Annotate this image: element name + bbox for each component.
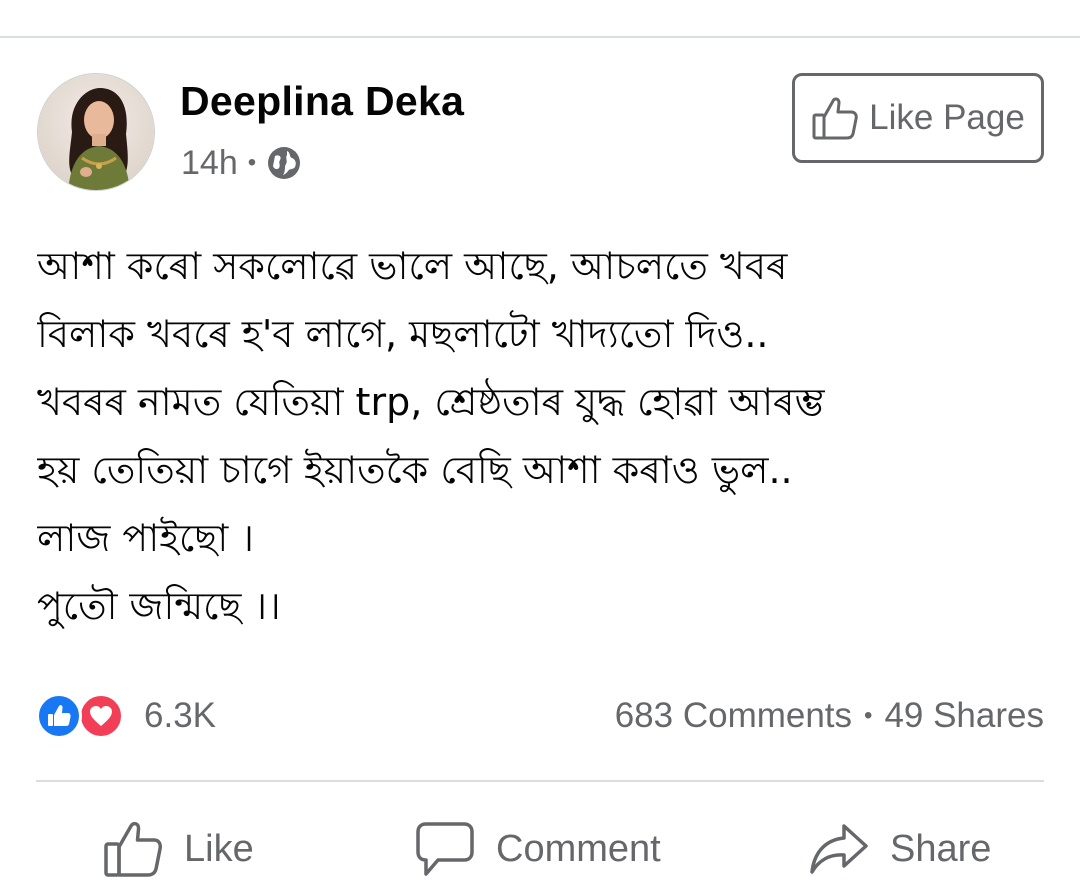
- thumbs-up-icon: [811, 95, 859, 141]
- post-text-line: হয় তেতিয়া চাগে ইয়াতকৈ বেছি আশা কৰাও ভ…: [37, 448, 793, 492]
- thumbs-up-icon: [102, 818, 164, 880]
- comment-bubble-icon: [414, 818, 476, 880]
- like-button-label: Like: [184, 827, 254, 870]
- share-button[interactable]: Share: [808, 812, 991, 886]
- reaction-count: 6.3K: [144, 696, 216, 735]
- like-page-label: Like Page: [869, 98, 1025, 137]
- previous-post-fragment: " ": [78, 0, 104, 5]
- previous-post-edge: " ": [0, 0, 1080, 36]
- post-text: আশা কৰো সকলোৱে ভালে আছে, আচলতে খবৰ বিলাক…: [37, 232, 1047, 640]
- post-meta: 14h •: [181, 140, 302, 186]
- page-name[interactable]: Deeplina Deka: [180, 78, 464, 125]
- like-button[interactable]: Like: [102, 812, 254, 886]
- page-avatar[interactable]: [37, 73, 155, 191]
- share-button-label: Share: [890, 827, 992, 870]
- comment-button[interactable]: Comment: [414, 812, 661, 886]
- post-time[interactable]: 14h: [181, 144, 238, 183]
- like-page-button[interactable]: Like Page: [792, 73, 1044, 163]
- post-text-line: আশা কৰো সকলোৱে ভালে আছে, আচলতে খবৰ: [37, 244, 788, 288]
- share-arrow-icon: [808, 818, 870, 880]
- avatar-photo: [38, 74, 154, 190]
- actions-divider: [36, 780, 1044, 782]
- post-separator: [0, 36, 1080, 38]
- post-text-line: লাজ পাইছো ।: [37, 516, 254, 560]
- post-text-line: খবৰৰ নামত যেতিয়া trp, শ্ৰেষ্ঠতাৰ যুদ্ধ …: [37, 380, 825, 424]
- reaction-icons: [36, 690, 134, 742]
- stats-separator: •: [864, 702, 873, 729]
- reactions-summary[interactable]: 6.3K: [36, 690, 216, 742]
- love-reaction-icon: [78, 693, 124, 739]
- post-text-line: বিলাক খবৰে হ'ব লাগে, মছলাটো খাদ্যতো দিও.…: [37, 312, 769, 356]
- meta-separator: •: [247, 149, 257, 176]
- comment-button-label: Comment: [496, 827, 661, 870]
- engagement-stats: 683 Comments • 49 Shares: [615, 690, 1044, 742]
- comments-count[interactable]: 683 Comments: [615, 696, 852, 736]
- globe-icon[interactable]: [266, 145, 302, 181]
- like-reaction-icon: [36, 693, 82, 739]
- post-text-line: পুতৌ জন্মিছে ।।: [37, 584, 281, 628]
- shares-count[interactable]: 49 Shares: [884, 696, 1044, 736]
